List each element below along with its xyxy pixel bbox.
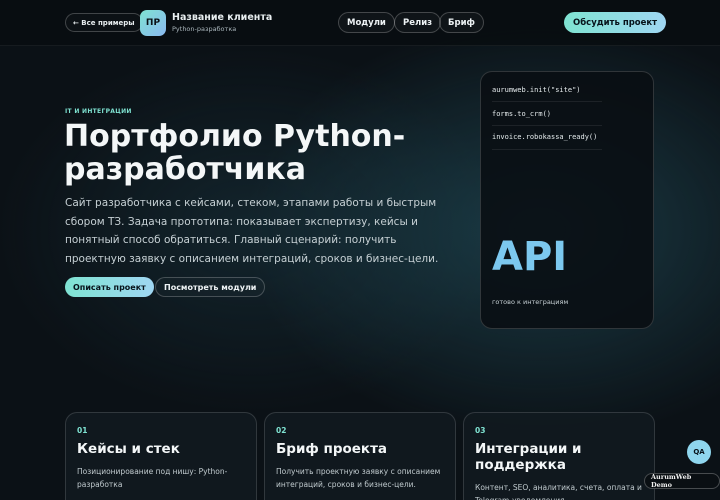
qa-button[interactable]: QA bbox=[687, 440, 711, 464]
hero-description: Сайт разработчика с кейсами, стеком, эта… bbox=[65, 197, 439, 265]
hero-title: Портфолио Python-разработчика bbox=[64, 119, 406, 187]
feature-title: Кейсы и стек bbox=[77, 441, 180, 457]
hero-eyebrow: IT И ИНТЕГРАЦИИ bbox=[65, 108, 132, 115]
top-header: ← Все примеры ПР Название клиента Python… bbox=[0, 0, 720, 46]
feature-card: 02 Бриф проекта Получить проектную заявк… bbox=[264, 412, 456, 500]
button-label: Посмотреть модули bbox=[164, 282, 257, 292]
feature-number: 01 bbox=[77, 426, 88, 435]
code-divider bbox=[492, 149, 602, 150]
client-logo: ПР bbox=[140, 10, 166, 36]
nav-release[interactable]: Релиз bbox=[394, 12, 442, 33]
demo-badge[interactable]: AurumWeb Demo bbox=[644, 473, 720, 489]
feature-card: 03 Интеграции и поддержка Контент, SEO, … bbox=[463, 412, 655, 500]
nav-label: Релиз bbox=[403, 17, 433, 28]
feature-number: 03 bbox=[475, 426, 486, 435]
nav-brief[interactable]: Бриф bbox=[439, 12, 484, 33]
view-modules-button[interactable]: Посмотреть модули bbox=[155, 277, 266, 297]
feature-description: Контент, SEO, аналитика, счета, оплата и… bbox=[475, 483, 642, 500]
nav-label: Бриф bbox=[448, 17, 475, 28]
api-heading: API bbox=[492, 234, 568, 280]
feature-number: 02 bbox=[276, 426, 287, 435]
api-caption: готово к интеграциям bbox=[492, 298, 569, 306]
nav-modules[interactable]: Модули bbox=[338, 12, 395, 33]
client-subtitle: Python-разработка bbox=[172, 25, 237, 33]
nav-label: Модули bbox=[347, 17, 386, 28]
code-line: forms.to_crm() bbox=[492, 110, 552, 118]
code-line: invoice.robokassa_ready() bbox=[492, 133, 598, 141]
back-to-examples-button[interactable]: ← Все примеры bbox=[65, 13, 143, 32]
feature-description: Получить проектную заявку с описанием ин… bbox=[276, 467, 441, 489]
code-preview-card: aurumweb.init("site") forms.to_crm() inv… bbox=[480, 71, 654, 329]
code-divider bbox=[492, 125, 602, 126]
demo-badge-label: AurumWeb Demo bbox=[651, 473, 692, 489]
back-label: ← Все примеры bbox=[73, 18, 135, 27]
feature-card: 01 Кейсы и стек Позиционирование под ниш… bbox=[65, 412, 257, 500]
code-line: aurumweb.init("site") bbox=[492, 86, 581, 94]
client-name: Название клиента bbox=[172, 12, 273, 23]
feature-description: Позиционирование под нишу: Python-разраб… bbox=[77, 467, 228, 489]
describe-project-button[interactable]: Описать проект bbox=[65, 277, 154, 297]
logo-initials: ПР bbox=[145, 18, 161, 28]
discuss-project-button[interactable]: Обсудить проект bbox=[564, 12, 667, 33]
code-divider bbox=[492, 101, 602, 102]
qa-label: QA bbox=[693, 448, 705, 456]
cta-label: Обсудить проект bbox=[573, 17, 658, 28]
button-label: Описать проект bbox=[73, 282, 146, 292]
feature-title: Бриф проекта bbox=[276, 441, 388, 457]
feature-title: Интеграции и поддержка bbox=[475, 441, 582, 473]
